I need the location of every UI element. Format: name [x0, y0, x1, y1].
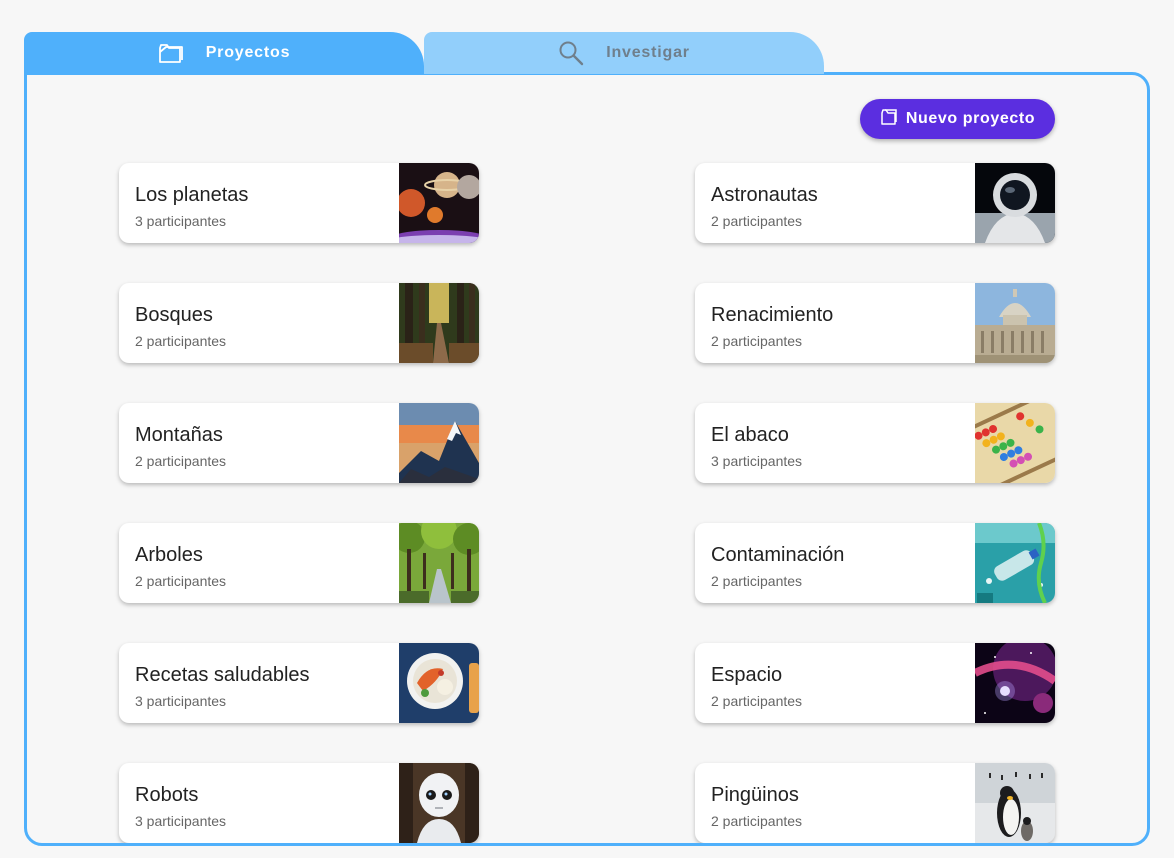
project-card[interactable]: Montañas 2 participantes	[119, 403, 479, 483]
trees-image	[399, 523, 479, 603]
folder-icon	[880, 108, 898, 131]
project-title: Bosques	[135, 304, 213, 326]
project-title: Pingüinos	[711, 784, 799, 806]
project-card[interactable]: Espacio 2 participantes	[695, 643, 1055, 723]
project-participants: 2 participantes	[711, 213, 803, 229]
project-title: Recetas saludables	[135, 664, 310, 686]
project-card[interactable]: Los planetas 3 participantes	[119, 163, 479, 243]
tab-projects[interactable]: Proyectos	[24, 32, 424, 74]
project-title: Espacio	[711, 664, 783, 686]
folder-icon	[158, 40, 184, 66]
project-participants: 2 participantes	[711, 333, 803, 349]
basilica-image	[975, 283, 1055, 363]
new-project-label: Nuevo proyecto	[905, 110, 1036, 127]
project-participants: 2 participantes	[135, 573, 227, 589]
project-title: Contaminación	[711, 544, 845, 566]
project-title: Renacimiento	[711, 304, 834, 326]
project-title: Arboles	[135, 544, 203, 566]
new-project-button[interactable]: Nuevo proyecto	[860, 99, 1055, 139]
project-card[interactable]: Pingüinos 2 participantes	[695, 763, 1055, 843]
project-card[interactable]: El abaco 3 participantes	[695, 403, 1055, 483]
project-card[interactable]: Renacimiento 2 participantes	[695, 283, 1055, 363]
astronaut-image	[975, 163, 1055, 243]
tab-research[interactable]: Investigar	[424, 32, 824, 74]
project-participants: 2 participantes	[135, 333, 227, 349]
healthy-food-image	[399, 643, 479, 723]
project-participants: 3 participantes	[135, 813, 227, 829]
projects-panel: Nuevo proyecto Los planetas 3 participan…	[24, 72, 1150, 846]
project-participants: 3 participantes	[135, 213, 227, 229]
robot-image	[399, 763, 479, 843]
project-participants: 2 participantes	[711, 693, 803, 709]
tab-bar: Proyectos Investigar	[24, 32, 824, 74]
penguins-image	[975, 763, 1055, 843]
space-image	[975, 643, 1055, 723]
project-title: Los planetas	[135, 184, 249, 206]
mountains-image	[399, 403, 479, 483]
project-participants: 3 participantes	[711, 453, 803, 469]
tab-projects-label: Proyectos	[205, 44, 291, 61]
project-title: Montañas	[135, 424, 223, 446]
search-icon	[558, 40, 584, 66]
pollution-image	[975, 523, 1055, 603]
project-card[interactable]: Contaminación 2 participantes	[695, 523, 1055, 603]
project-participants: 2 participantes	[135, 453, 227, 469]
project-card[interactable]: Recetas saludables 3 participantes	[119, 643, 479, 723]
project-title: Robots	[135, 784, 199, 806]
project-card[interactable]: Robots 3 participantes	[119, 763, 479, 843]
tab-research-label: Investigar	[606, 44, 690, 61]
forest-image	[399, 283, 479, 363]
projects-grid: Los planetas 3 participantes Astronautas…	[119, 163, 1055, 843]
project-title: El abaco	[711, 424, 789, 446]
project-card[interactable]: Bosques 2 participantes	[119, 283, 479, 363]
project-title: Astronautas	[711, 184, 818, 206]
project-participants: 2 participantes	[711, 573, 803, 589]
abacus-image	[975, 403, 1055, 483]
planets-image	[399, 163, 479, 243]
project-participants: 3 participantes	[135, 693, 227, 709]
project-card[interactable]: Astronautas 2 participantes	[695, 163, 1055, 243]
project-card[interactable]: Arboles 2 participantes	[119, 523, 479, 603]
project-participants: 2 participantes	[711, 813, 803, 829]
